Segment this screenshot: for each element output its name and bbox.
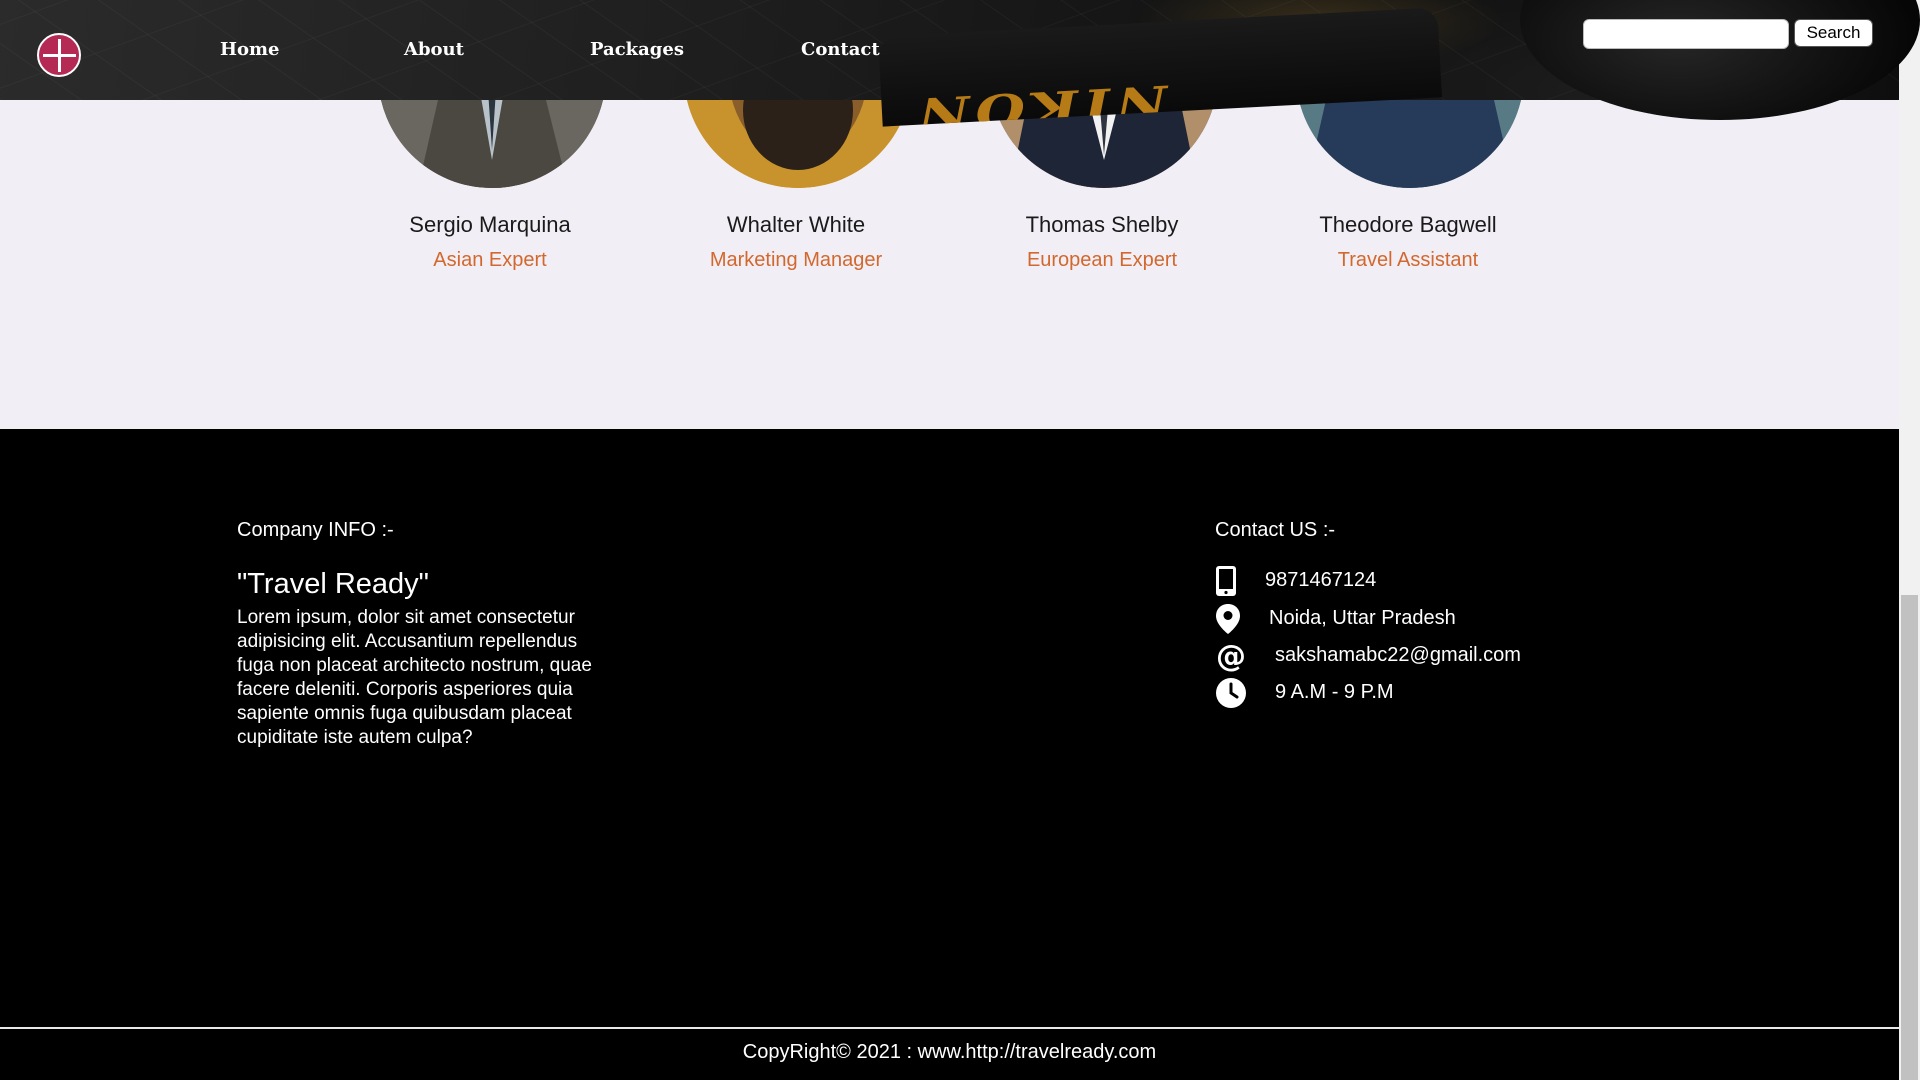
member-role: Asian Expert <box>433 249 547 271</box>
copyright-text: CopyRight© 2021 : www.http://travelready… <box>742 1041 1157 1063</box>
nav-home-link[interactable]: Home <box>220 38 280 62</box>
camera-background-image <box>1520 0 1920 120</box>
member-role: Marketing Manager <box>709 249 883 271</box>
map-pin-icon <box>1216 604 1240 634</box>
member-name: Whalter White <box>726 212 866 237</box>
navbar: NIKON Home About Packages Contact Search <box>0 0 1920 127</box>
footer: Company INFO :- "Travel Ready" Lorem ips… <box>0 429 1899 1080</box>
nav-packages-link[interactable]: Packages <box>590 38 684 62</box>
email-text[interactable]: sakshamabc22@gmail.com <box>1275 644 1521 667</box>
company-info-heading: Company INFO :- <box>237 519 394 541</box>
at-sign-icon: @ <box>1216 640 1246 672</box>
member-role: European Expert <box>1026 249 1178 271</box>
member-name: Sergio Marquina <box>409 212 571 237</box>
footer-divider <box>0 1027 1899 1029</box>
member-role: Travel Assistant <box>1337 249 1479 271</box>
phone-icon <box>1216 566 1236 596</box>
hours-text: 9 A.M - 9 P.M <box>1275 681 1394 703</box>
company-description: Lorem ipsum, dolor sit amet consectetur … <box>237 607 592 748</box>
brand-name: "Travel Ready" <box>237 568 429 600</box>
site-logo-icon[interactable] <box>37 33 81 77</box>
clock-icon <box>1216 678 1246 708</box>
nav-about-link[interactable]: About <box>404 38 464 62</box>
search-input[interactable] <box>1583 19 1789 49</box>
contact-heading: Contact US :- <box>1215 519 1336 541</box>
page-scrollbar[interactable] <box>1899 0 1920 1080</box>
scrollbar-thumb[interactable] <box>1901 595 1918 1080</box>
phone-number: 9871467124 <box>1265 569 1377 591</box>
member-name: Thomas Shelby <box>1025 212 1179 237</box>
nav-contact-link[interactable]: Contact <box>801 38 880 62</box>
svg-text:@: @ <box>1216 640 1246 672</box>
location-text: Noida, Uttar Pradesh <box>1269 607 1456 629</box>
member-name: Theodore Bagwell <box>1319 212 1497 237</box>
search-button[interactable]: Search <box>1794 19 1873 47</box>
